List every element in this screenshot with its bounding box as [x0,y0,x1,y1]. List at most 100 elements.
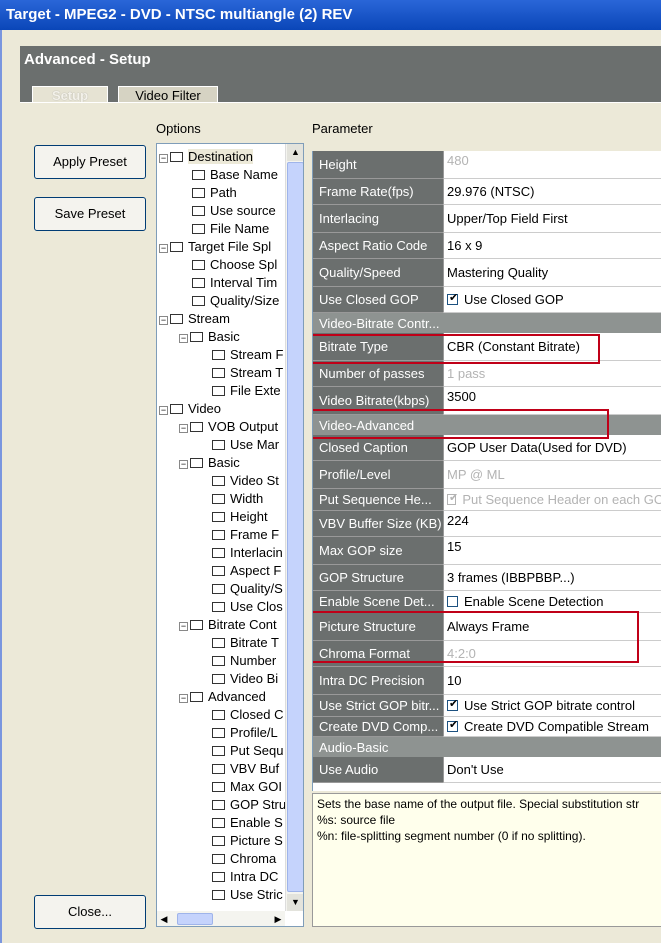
tree-item[interactable]: Width [199,490,263,508]
folder-icon [170,314,183,324]
param-value[interactable]: 480 [443,151,661,179]
collapse-icon[interactable]: − [179,694,188,703]
folder-icon [212,710,225,720]
scroll-up-icon[interactable]: ▲ [287,144,303,161]
param-value[interactable]: 3 frames (IBBPBBP...) [443,565,661,591]
folder-icon [190,620,203,630]
tree-item[interactable]: Frame F [199,526,279,544]
tree-item[interactable]: Intra DC [199,868,278,886]
tree-item[interactable]: Quality/S [199,580,283,598]
tree-item[interactable]: File Exte [199,382,281,400]
checkbox[interactable] [447,491,459,505]
window-title: Target - MPEG2 - DVD - NTSC multiangle (… [0,0,661,30]
param-value[interactable]: 1 pass [443,361,661,387]
scroll-thumb[interactable] [287,162,303,892]
checkbox[interactable] [447,291,458,305]
tree-item[interactable]: − Target File Spl [159,238,271,256]
options-tree[interactable]: − Destination Base Name Path Use source File … [156,143,304,927]
tree-item-label: Closed C [230,707,284,722]
tree-item-label: Intra DC [230,869,279,884]
tree-horizontal-scrollbar[interactable]: ◀ ▶ [157,911,285,926]
tree-item[interactable]: Closed C [199,706,283,724]
tree-item[interactable]: Max GOI [199,778,282,796]
param-value[interactable]: Use Strict GOP bitrate control [443,695,661,717]
tree-item[interactable]: Use Stric [199,886,283,904]
folder-icon [192,224,205,234]
tree-item[interactable]: GOP Stru [199,796,286,814]
save-preset-button[interactable]: Save Preset [34,197,146,231]
tree-item[interactable]: Interval Tim [179,274,277,292]
collapse-icon[interactable]: − [159,316,168,325]
tree-item[interactable]: − VOB Output [179,418,278,436]
tree-item[interactable]: Interlacin [199,544,283,562]
param-key: Interlacing [313,205,443,233]
collapse-icon[interactable]: − [179,622,188,631]
param-value[interactable]: Put Sequence Header on each GO [443,489,661,511]
tree-item[interactable]: Stream F [199,346,283,364]
description-line: Sets the base name of the output file. S… [317,797,640,811]
tree-item[interactable]: − Bitrate Cont [179,616,277,634]
tree-item[interactable]: Picture S [199,832,283,850]
tree-item[interactable]: − Stream [159,310,230,328]
checkbox[interactable] [447,718,458,732]
tree-item[interactable]: Use Clos [199,598,283,616]
param-value[interactable]: MP @ ML [443,461,661,489]
param-value[interactable]: 10 [443,667,661,695]
tree-item[interactable]: Stream T [199,364,283,382]
hscroll-thumb[interactable] [177,913,213,925]
tree-item[interactable]: − Basic [179,454,240,472]
checkbox[interactable] [447,697,458,711]
tree-item[interactable]: − Video [159,400,221,418]
tree-item[interactable]: Choose Spl [179,256,277,274]
tree-item[interactable]: − Advanced [179,688,266,706]
param-value[interactable]: 29.976 (NTSC) [443,179,661,205]
tree-item[interactable]: − Destination [159,148,254,166]
param-key: Profile/Level [313,461,443,489]
tree-item[interactable]: Video St [199,472,279,490]
param-value[interactable]: 15 [443,537,661,565]
param-value[interactable]: Enable Scene Detection [443,591,661,613]
checkbox[interactable] [447,596,458,607]
tree-item[interactable]: Enable S [199,814,283,832]
tree-item[interactable]: Height [199,508,268,526]
param-value[interactable]: Mastering Quality [443,259,661,287]
tree-item[interactable]: Aspect F [199,562,281,580]
tree-item-label: Video St [230,473,279,488]
param-value[interactable]: Don't Use [443,757,661,783]
param-value[interactable]: 16 x 9 [443,233,661,259]
tree-item[interactable]: − Basic [179,328,240,346]
tree-item[interactable]: Profile/L [199,724,278,742]
param-value[interactable]: Upper/Top Field First [443,205,661,233]
scroll-down-icon[interactable]: ▼ [287,894,303,911]
param-key: Use Strict GOP bitr... [313,695,443,717]
scroll-left-icon[interactable]: ◀ [157,911,171,926]
param-value[interactable]: 224 [443,511,661,537]
scroll-right-icon[interactable]: ▶ [271,911,285,926]
tree-item[interactable]: Quality/Size [179,292,279,310]
tree-item[interactable]: Number [199,652,276,670]
tree-item[interactable]: Base Name [179,166,278,184]
close-button[interactable]: Close... [34,895,146,929]
tree-item[interactable]: Path [179,184,237,202]
collapse-icon[interactable]: − [159,154,168,163]
tree-item[interactable]: Bitrate T [199,634,279,652]
apply-preset-button[interactable]: Apply Preset [34,145,146,179]
param-value[interactable]: Use Closed GOP [443,287,661,313]
collapse-icon[interactable]: − [179,424,188,433]
tree-item[interactable]: Use Mar [199,436,279,454]
collapse-icon[interactable]: − [159,244,168,253]
tree-item[interactable]: File Name [179,220,269,238]
tree-item-label: Bitrate Cont [208,617,277,632]
folder-icon [212,890,225,900]
collapse-icon[interactable]: − [179,334,188,343]
collapse-icon[interactable]: − [159,406,168,415]
tree-item[interactable]: VBV Buf [199,760,279,778]
tree-item-label: Number [230,653,277,668]
tree-item[interactable]: Put Sequ [199,742,284,760]
tree-item[interactable]: Use source [179,202,276,220]
tree-item[interactable]: Video Bi [199,670,278,688]
tree-item[interactable]: Chroma [199,850,276,868]
param-value[interactable]: Create DVD Compatible Stream [443,717,661,737]
collapse-icon[interactable]: − [179,460,188,469]
tree-vertical-scrollbar[interactable]: ▲ ▼ [285,144,303,911]
